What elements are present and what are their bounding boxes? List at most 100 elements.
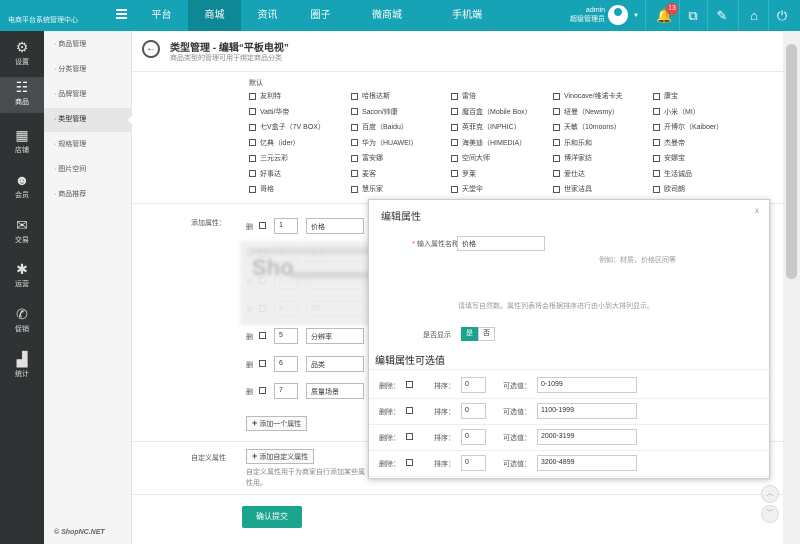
- brand-checkbox-item[interactable]: 欧司朗: [653, 184, 685, 194]
- brand-checkbox-item[interactable]: 海美迪（HIMEDIA）: [451, 138, 526, 148]
- brand-checkbox-item[interactable]: Sacon/帅康: [351, 107, 398, 117]
- attr-sort-input[interactable]: 7: [274, 383, 298, 399]
- subnav-category[interactable]: · 分类管理: [44, 58, 132, 82]
- option-sort-input[interactable]: 0: [461, 429, 486, 445]
- add-attribute-button[interactable]: + 添加一个属性: [246, 416, 308, 431]
- checkbox[interactable]: [249, 123, 256, 131]
- checkbox[interactable]: [351, 108, 358, 116]
- nav-micro-mall[interactable]: 微商城: [347, 0, 427, 31]
- brand-checkbox-item[interactable]: 百度（Baidu）: [351, 122, 408, 132]
- option-value-input[interactable]: 1100-1999: [537, 403, 637, 419]
- attr-name-input[interactable]: 价格: [457, 236, 545, 251]
- brand-checkbox-item[interactable]: 博洋家纺: [553, 153, 592, 163]
- checkbox[interactable]: [249, 108, 256, 116]
- delete-checkbox[interactable]: [259, 359, 266, 367]
- brand-checkbox-item[interactable]: 富安娜: [351, 153, 383, 163]
- checkbox[interactable]: [249, 92, 256, 100]
- checkbox[interactable]: [653, 108, 660, 116]
- checkbox[interactable]: [249, 170, 256, 178]
- nav-platform[interactable]: 平台: [135, 0, 188, 31]
- show-yes-button[interactable]: 是: [461, 327, 478, 341]
- nav-mobile[interactable]: 手机端: [427, 0, 507, 31]
- delete-checkbox[interactable]: [259, 332, 266, 339]
- attr-sort-input[interactable]: 5: [274, 328, 298, 344]
- subnav-type[interactable]: · 类型管理: [44, 108, 132, 132]
- brand-checkbox-item[interactable]: 天堂伞: [451, 184, 483, 194]
- checkbox[interactable]: [351, 139, 358, 147]
- rail-store[interactable]: ▦ 店铺: [0, 125, 44, 161]
- checkbox[interactable]: [553, 123, 560, 131]
- checkbox[interactable]: [553, 170, 560, 178]
- brand-checkbox-item[interactable]: 麦客: [351, 169, 376, 179]
- delete-checkbox[interactable]: [259, 222, 266, 229]
- delete-checkbox[interactable]: [406, 459, 413, 466]
- avatar[interactable]: [608, 5, 628, 25]
- attr-sort-input[interactable]: 6: [274, 355, 298, 372]
- brand-checkbox-item[interactable]: 杰曼帝: [653, 138, 685, 148]
- brand-checkbox-item[interactable]: 天敏（10moons）: [553, 122, 621, 132]
- subnav-album[interactable]: · 图片空间: [44, 158, 132, 182]
- checkbox[interactable]: [451, 92, 458, 100]
- subnav-goods-manage[interactable]: · 商品管理: [44, 33, 132, 57]
- attr-name-input[interactable]: 品类: [306, 355, 364, 372]
- brand-checkbox-item[interactable]: 三元云彩: [249, 153, 288, 163]
- subnav-recommend[interactable]: · 商品推荐: [44, 183, 132, 207]
- nav-mall[interactable]: 商城: [188, 0, 241, 31]
- menu-toggle-icon[interactable]: [116, 9, 127, 21]
- checkbox[interactable]: [553, 139, 560, 147]
- scroll-down-icon[interactable]: ﹀: [761, 505, 779, 523]
- delete-checkbox[interactable]: [406, 433, 413, 440]
- subnav-brand[interactable]: · 品牌管理: [44, 83, 132, 107]
- rail-trade[interactable]: ✉ 交易: [0, 215, 44, 251]
- checkbox[interactable]: [653, 154, 660, 162]
- nav-circle[interactable]: 圈子: [294, 0, 347, 31]
- attr-name-input[interactable]: 价格: [306, 218, 364, 234]
- rail-operation[interactable]: ✱ 运营: [0, 259, 44, 295]
- rail-goods[interactable]: ☷ 商品: [0, 77, 44, 113]
- brand-checkbox-item[interactable]: 康宝: [653, 91, 678, 101]
- brand-checkbox-item[interactable]: 忆典（ider）: [249, 138, 300, 148]
- checkbox[interactable]: [351, 154, 358, 162]
- nav-news[interactable]: 资讯: [241, 0, 294, 31]
- checkbox[interactable]: [351, 185, 358, 193]
- checkbox[interactable]: [653, 123, 660, 131]
- option-sort-input[interactable]: 0: [461, 377, 486, 393]
- checkbox[interactable]: [553, 92, 560, 100]
- rail-settings[interactable]: ⚙ 设置: [0, 37, 44, 73]
- checkbox[interactable]: [451, 108, 458, 116]
- home-icon[interactable]: ⌂: [746, 8, 762, 24]
- scroll-up-icon[interactable]: ︿: [761, 485, 779, 503]
- delete-checkbox[interactable]: [406, 407, 413, 414]
- checkbox[interactable]: [553, 154, 560, 162]
- checkbox[interactable]: [249, 154, 256, 162]
- option-sort-input[interactable]: 0: [461, 403, 486, 419]
- checkbox[interactable]: [451, 139, 458, 147]
- checkbox[interactable]: [351, 170, 358, 178]
- brand-checkbox-item[interactable]: 爱仕达: [553, 169, 585, 179]
- checkbox[interactable]: [653, 170, 660, 178]
- brand-checkbox-item[interactable]: 空间大师: [451, 153, 490, 163]
- attr-name-input[interactable]: 质量场景: [306, 383, 364, 399]
- sitemap-icon[interactable]: ⧉: [685, 8, 701, 24]
- brand-checkbox-item[interactable]: 小米（MI）: [653, 107, 700, 117]
- brand-checkbox-item[interactable]: 哈根达斯: [351, 91, 390, 101]
- brand-checkbox-item[interactable]: Vinocave/维诺卡夫: [553, 91, 623, 101]
- power-icon[interactable]: ⏻: [774, 8, 790, 24]
- option-value-input[interactable]: 2000-3199: [537, 429, 637, 445]
- checkbox[interactable]: [351, 123, 358, 131]
- brand-checkbox-item[interactable]: 纽曼（Newsmy）: [553, 107, 619, 117]
- checkbox[interactable]: [653, 92, 660, 100]
- brand-checkbox-item[interactable]: 好事达: [249, 169, 281, 179]
- brand-checkbox-item[interactable]: 哥格: [249, 184, 274, 194]
- clean-cache-icon[interactable]: ✎: [714, 8, 730, 24]
- show-no-button[interactable]: 否: [478, 327, 495, 341]
- option-value-input[interactable]: 3200-4899: [537, 455, 637, 471]
- chevron-down-icon[interactable]: ▼: [633, 13, 639, 19]
- option-sort-input[interactable]: 0: [461, 455, 486, 471]
- rail-promotion[interactable]: ✆ 促销: [0, 304, 44, 340]
- checkbox[interactable]: [351, 92, 358, 100]
- brand-checkbox-item[interactable]: 雷倍: [451, 91, 476, 101]
- brand-checkbox-item[interactable]: 友利特: [249, 91, 281, 101]
- brand-checkbox-item[interactable]: 魔百盒（Mobile Box）: [451, 107, 532, 117]
- brand-checkbox-item[interactable]: 世家洁具: [553, 184, 592, 194]
